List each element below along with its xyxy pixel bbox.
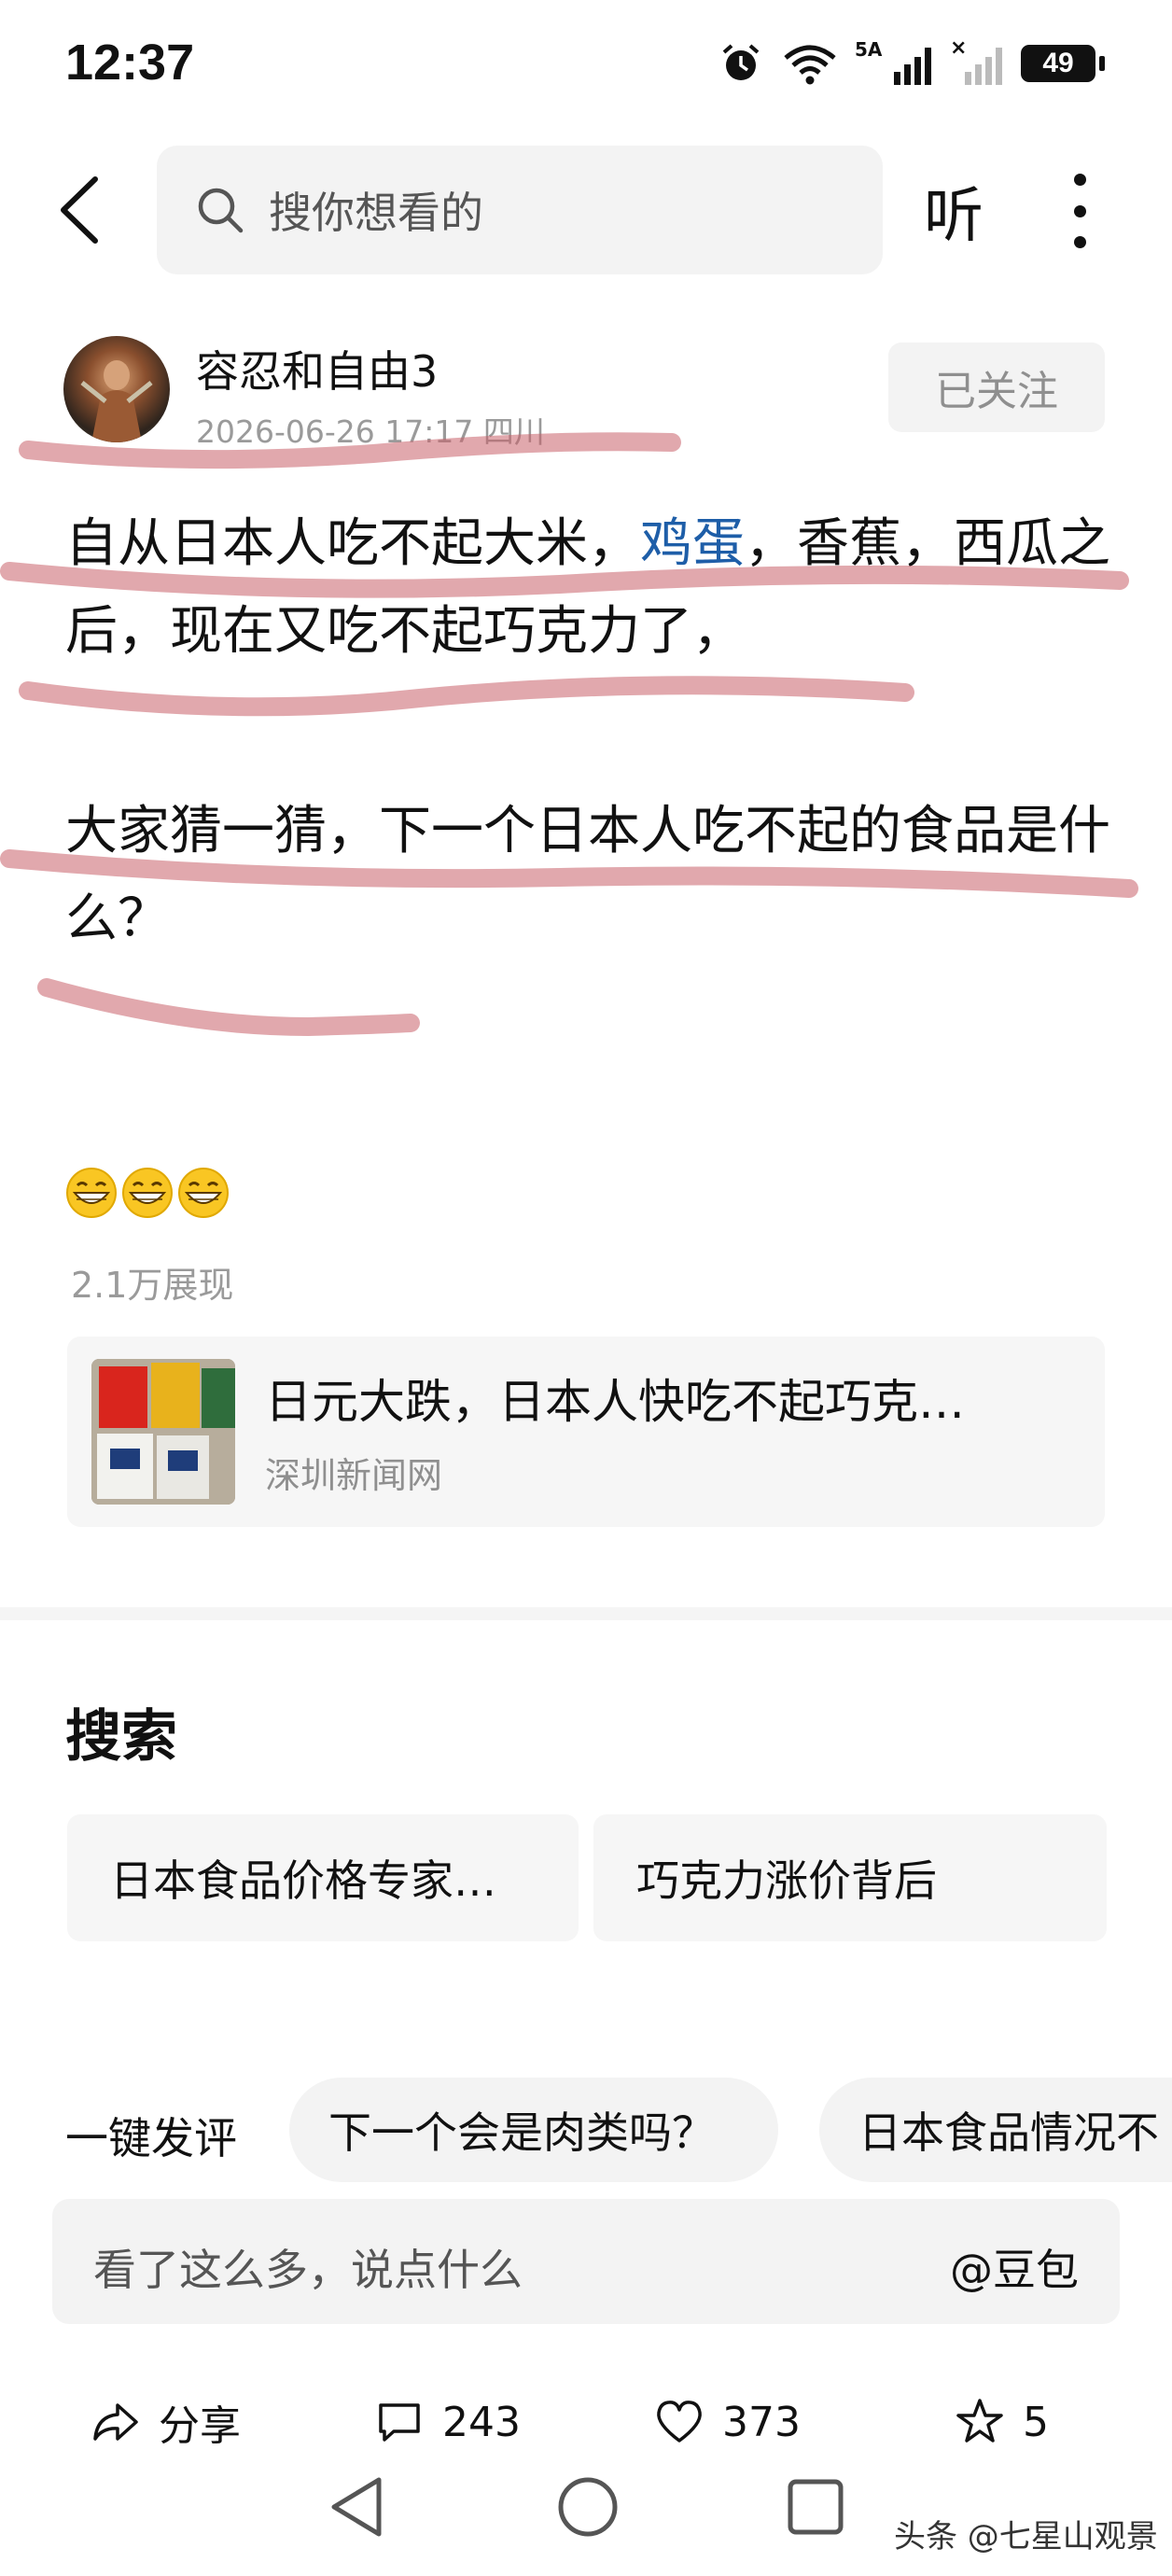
share-icon [93,2403,138,2441]
nav-back-button[interactable] [319,2470,394,2544]
annotation-underlines [0,432,1138,1037]
circle-home-icon [558,2477,618,2537]
quick-comment-label: 一键发评 [65,2113,237,2163]
comment-placeholder: 看了这么多，说点什么 [93,2245,523,2295]
grinning-face-icon [66,1168,117,1218]
nav-home-button[interactable] [551,2470,625,2544]
section-divider [0,1607,1172,1620]
share-button[interactable]: 分享 [90,2389,241,2455]
like-button[interactable]: 373 [653,2389,801,2455]
search-suggestion-chip[interactable]: 日本食品价格专家… [67,1814,579,1941]
star-icon [956,2399,1003,2443]
comment-icon [379,2403,420,2442]
underline-stroke [19,432,681,469]
news-source: 深圳新闻网 [265,1455,443,1496]
nav-recents-button[interactable] [778,2470,853,2544]
square-recents-icon [788,2479,844,2535]
share-label: 分享 [159,2402,241,2450]
news-card[interactable]: 日元大跌，日本人快吃不起巧克… 深圳新闻网 [67,1337,1105,1527]
heart-icon [657,2401,702,2443]
underline-stroke [37,978,420,1037]
news-title: 日元大跌，日本人快吃不起巧克… [265,1375,965,1429]
news-thumbnail [91,1359,235,1505]
quick-comment-chip[interactable]: 下一个会是肉类吗？ [289,2078,778,2182]
like-count: 373 [722,2398,801,2446]
quick-comment-chip[interactable]: 日本食品情况不 [819,2078,1172,2182]
underline-stroke [0,849,1138,898]
underline-stroke [19,676,914,717]
favorite-button[interactable]: 5 [954,2389,1049,2455]
mention-doubao-button[interactable]: @豆包 [950,2236,1079,2298]
view-count: 2.1万展现 [71,1265,234,1306]
comment-count: 243 [442,2398,521,2446]
watermark: 头条 @七星山观景 [894,2518,1158,2555]
search-suggestion-chip[interactable]: 巧克力涨价背后 [593,1814,1107,1941]
underline-stroke [0,562,1129,598]
emoji-row [65,1167,230,1219]
grinning-face-icon [178,1168,229,1218]
comments-button[interactable]: 243 [373,2389,521,2455]
comment-input[interactable]: 看了这么多，说点什么 @豆包 [52,2199,1120,2324]
favorite-count: 5 [1023,2398,1049,2446]
grinning-face-icon [122,1168,173,1218]
triangle-back-icon [331,2477,382,2537]
search-section-title: 搜索 [65,1704,177,1770]
